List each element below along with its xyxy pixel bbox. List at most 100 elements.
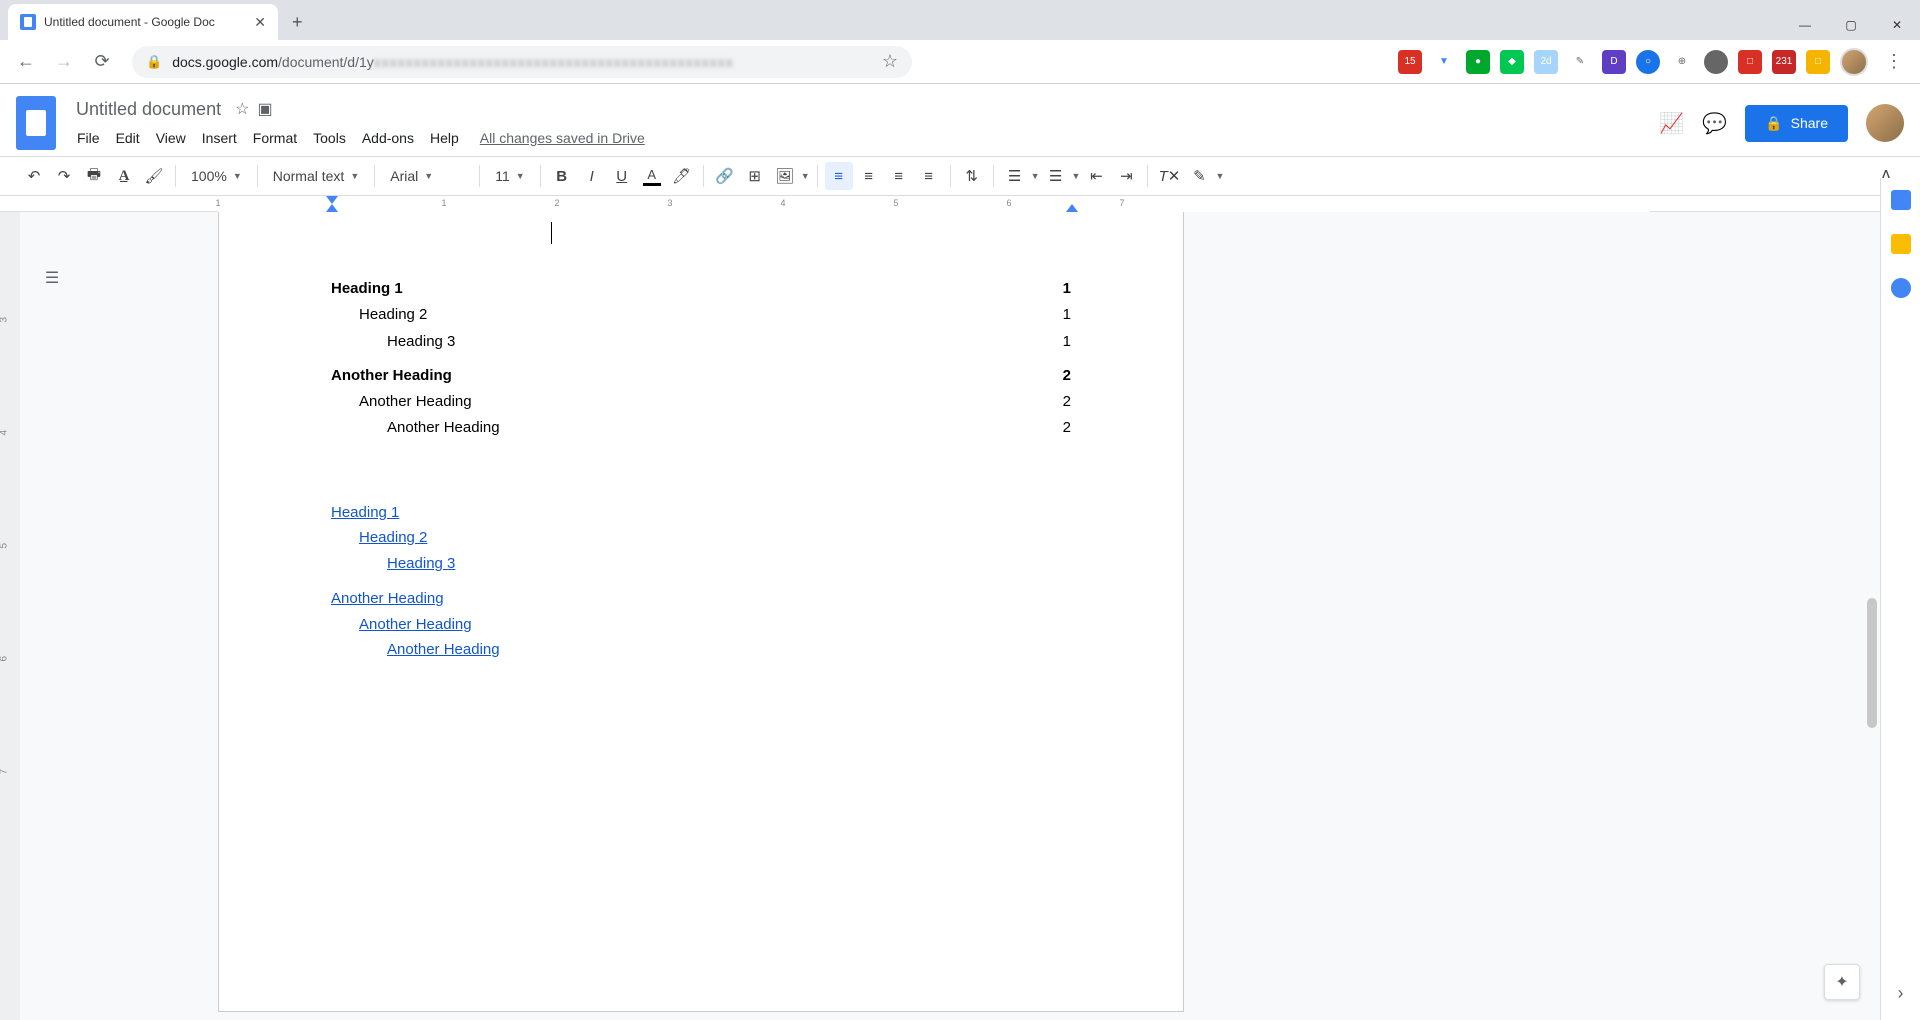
comments-icon[interactable]: 💬: [1702, 111, 1727, 136]
chevron-down-icon[interactable]: ▼: [1215, 171, 1224, 181]
clear-formatting-button[interactable]: T✕: [1155, 162, 1183, 190]
extension-icon[interactable]: D: [1602, 50, 1626, 74]
activity-icon[interactable]: 📈: [1659, 111, 1684, 136]
move-icon[interactable]: ▣: [257, 99, 272, 119]
zoom-dropdown[interactable]: 100% ▼: [183, 162, 250, 190]
extension-icon[interactable]: □: [1738, 50, 1762, 74]
window-minimize-button[interactable]: —: [1782, 10, 1828, 40]
forward-button[interactable]: →: [48, 46, 80, 78]
address-bar[interactable]: 🔒 docs.google.com/document/d/1yxxxxxxxxx…: [132, 46, 912, 78]
text-color-button[interactable]: A: [638, 162, 666, 190]
font-dropdown[interactable]: Arial ▼: [382, 162, 472, 190]
account-avatar[interactable]: [1866, 104, 1904, 142]
extension-icon[interactable]: [1704, 50, 1728, 74]
toc-link[interactable]: Heading 2: [359, 529, 427, 546]
menu-addons[interactable]: Add-ons: [355, 126, 421, 150]
window-close-button[interactable]: ✕: [1874, 10, 1920, 40]
browser-menu-icon[interactable]: ⋮: [1878, 46, 1910, 78]
extension-icon[interactable]: 2d: [1534, 50, 1558, 74]
extension-icon[interactable]: 231: [1772, 50, 1796, 74]
new-tab-button[interactable]: +: [278, 4, 317, 40]
explore-button[interactable]: ✦: [1824, 964, 1860, 1000]
first-line-indent-marker[interactable]: [326, 204, 338, 212]
line-spacing-button[interactable]: ⇅: [958, 162, 986, 190]
toc-entry[interactable]: Another Heading 2: [331, 415, 1071, 441]
toc-link[interactable]: Heading 1: [331, 504, 399, 521]
increase-indent-button[interactable]: ⇥: [1112, 162, 1140, 190]
left-indent-marker[interactable]: [326, 196, 338, 204]
extension-icon[interactable]: □: [1806, 50, 1830, 74]
back-button[interactable]: ←: [10, 46, 42, 78]
toc-link[interactable]: Another Heading: [331, 590, 444, 607]
extension-icon[interactable]: ▼: [1432, 50, 1456, 74]
spellcheck-button[interactable]: A̲: [110, 162, 138, 190]
toc-entry[interactable]: Heading 1 1: [331, 276, 1071, 302]
extension-icon[interactable]: ⊕: [1670, 50, 1694, 74]
save-status[interactable]: All changes saved in Drive: [468, 126, 657, 150]
right-indent-marker[interactable]: [1066, 204, 1078, 212]
italic-button[interactable]: I: [578, 162, 606, 190]
numbered-list-button[interactable]: ☰: [1001, 162, 1029, 190]
window-maximize-button[interactable]: ▢: [1828, 10, 1874, 40]
decrease-indent-button[interactable]: ⇤: [1082, 162, 1110, 190]
menu-insert[interactable]: Insert: [195, 126, 244, 150]
toc-entry[interactable]: Heading 2 1: [331, 302, 1071, 328]
bookmark-star-icon[interactable]: ☆: [882, 51, 898, 72]
keep-sidepanel-icon[interactable]: [1891, 234, 1911, 254]
extension-icon[interactable]: ●: [1466, 50, 1490, 74]
menu-help[interactable]: Help: [423, 126, 466, 150]
star-icon[interactable]: ☆: [235, 99, 249, 119]
toc-link[interactable]: Another Heading: [387, 641, 500, 658]
toc-entry[interactable]: Heading 3 1: [331, 329, 1071, 355]
chevron-down-icon[interactable]: ▼: [1031, 171, 1040, 181]
extension-icon[interactable]: ✎: [1568, 50, 1592, 74]
scrollbar-thumb[interactable]: [1867, 598, 1877, 728]
highlight-button[interactable]: 🖊: [668, 162, 696, 190]
redo-button[interactable]: ↷: [50, 162, 78, 190]
insert-link-button[interactable]: 🔗: [711, 162, 739, 190]
vertical-ruler[interactable]: 3 4 5 6 7: [0, 212, 20, 1020]
menu-tools[interactable]: Tools: [306, 126, 353, 150]
tasks-sidepanel-icon[interactable]: [1891, 278, 1911, 298]
expand-sidepanel-icon[interactable]: ›: [1898, 983, 1904, 1004]
document-outline-button[interactable]: ☰: [36, 262, 68, 294]
toc-entry[interactable]: Another Heading 2: [331, 363, 1071, 389]
bold-button[interactable]: B: [548, 162, 576, 190]
underline-button[interactable]: U: [608, 162, 636, 190]
extension-icon[interactable]: ○: [1636, 50, 1660, 74]
bulleted-list-button[interactable]: ☰: [1042, 162, 1070, 190]
menu-edit[interactable]: Edit: [109, 126, 147, 150]
toc-link[interactable]: Heading 3: [387, 555, 455, 572]
extension-icon[interactable]: 15: [1398, 50, 1422, 74]
align-left-button[interactable]: ≡: [825, 162, 853, 190]
print-button[interactable]: 🖶: [80, 162, 108, 190]
align-justify-button[interactable]: ≡: [915, 162, 943, 190]
undo-button[interactable]: ↶: [20, 162, 48, 190]
editing-mode-button[interactable]: ✎: [1185, 162, 1213, 190]
insert-image-button[interactable]: 🖼: [771, 162, 799, 190]
calendar-sidepanel-icon[interactable]: [1891, 190, 1911, 210]
close-tab-icon[interactable]: ✕: [254, 14, 266, 31]
menu-file[interactable]: File: [70, 126, 107, 150]
share-button[interactable]: 🔒 Share: [1745, 105, 1848, 142]
toc-entry[interactable]: Another Heading 2: [331, 389, 1071, 415]
docs-logo[interactable]: [16, 96, 56, 150]
paint-format-button[interactable]: 🖌: [140, 162, 168, 190]
document-page[interactable]: Heading 1 1 Heading 2 1 Heading 3 1 Anot…: [218, 212, 1184, 1012]
styles-dropdown[interactable]: Normal text ▼: [265, 162, 368, 190]
profile-avatar[interactable]: [1840, 48, 1868, 76]
extension-icon[interactable]: ◆: [1500, 50, 1524, 74]
reload-button[interactable]: ⟳: [86, 46, 118, 78]
menu-view[interactable]: View: [149, 126, 193, 150]
font-size-dropdown[interactable]: 11 ▼: [487, 162, 532, 190]
align-right-button[interactable]: ≡: [885, 162, 913, 190]
chevron-down-icon[interactable]: ▼: [801, 171, 810, 181]
menu-format[interactable]: Format: [246, 126, 304, 150]
toc-link[interactable]: Another Heading: [359, 616, 472, 633]
chevron-down-icon[interactable]: ▼: [1072, 171, 1081, 181]
horizontal-ruler[interactable]: 1 1 2 3 4 5 6 7: [0, 196, 1920, 212]
align-center-button[interactable]: ≡: [855, 162, 883, 190]
browser-tab[interactable]: Untitled document - Google Doc ✕: [8, 4, 278, 40]
document-title[interactable]: Untitled document: [70, 97, 227, 122]
insert-comment-button[interactable]: ⊞: [741, 162, 769, 190]
